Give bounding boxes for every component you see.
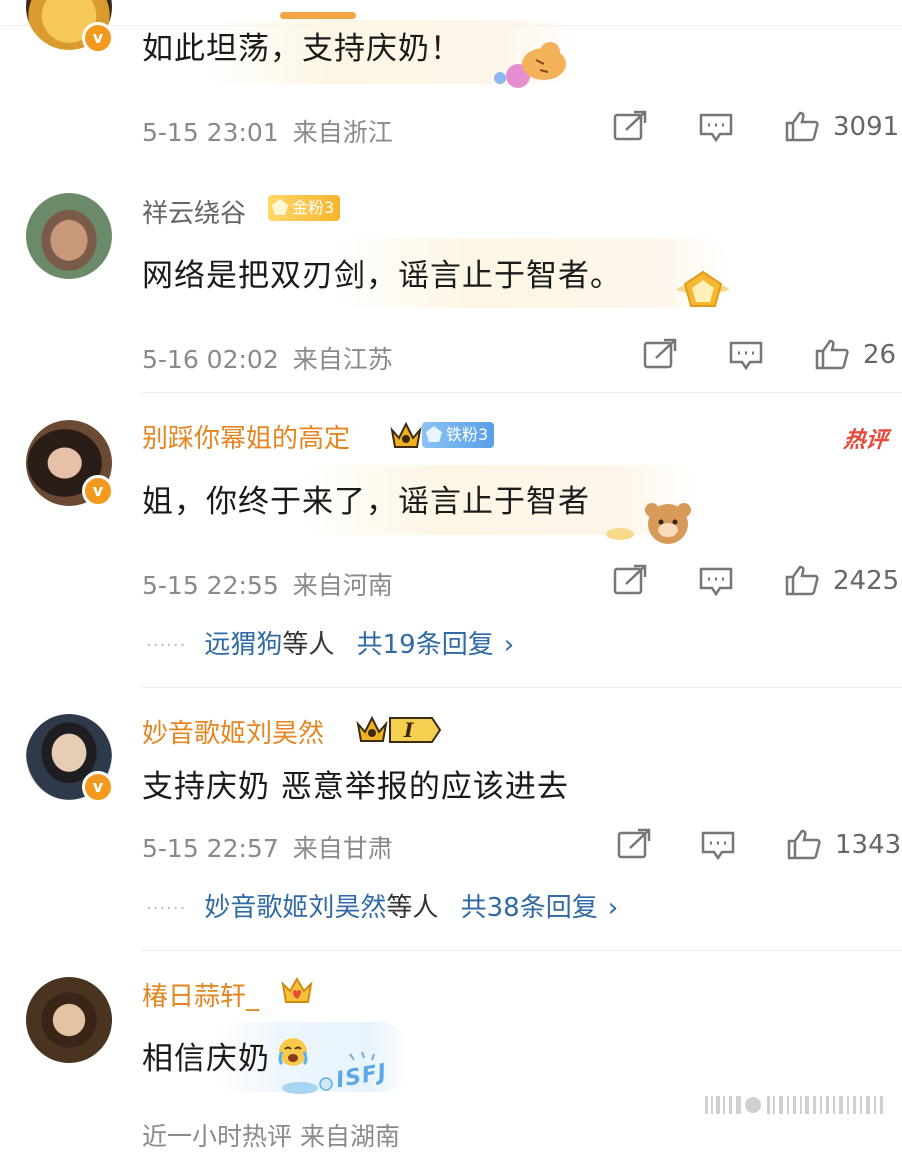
share-icon[interactable]	[616, 828, 652, 860]
reply-suffix: 等人	[386, 893, 439, 923]
share-icon[interactable]	[612, 564, 648, 596]
comment-location: 来自甘肃	[292, 834, 393, 863]
comment-location: 来自浙江	[292, 118, 393, 147]
reply-dots: ······	[146, 635, 187, 656]
comment-icon[interactable]	[728, 340, 764, 372]
hot-comment-tag: 热评	[842, 428, 890, 453]
chevron-right-icon: ›	[503, 630, 515, 660]
reply-summary[interactable]: ······ 妙音歌姬刘昊然等人 共38条回复 ›	[146, 887, 618, 924]
comment-text: 相信庆奶	[142, 1041, 270, 1077]
star-badge-sticker-icon	[676, 270, 730, 307]
comment-meta: 5-15 22:57 来自甘肃	[142, 829, 393, 865]
verified-badge-icon: v	[82, 771, 114, 803]
username[interactable]: 椿日蒜轩_	[142, 976, 259, 1013]
scroll-indicator	[280, 12, 356, 19]
comment-time: 5-16 02:02	[142, 345, 279, 374]
like-icon[interactable]	[784, 110, 820, 142]
fan-level-badge: 铁粉3	[422, 422, 495, 448]
comment-location: 来自河南	[292, 571, 393, 600]
bear-sticker-icon	[606, 503, 691, 544]
comment-divider	[142, 392, 902, 393]
comment-time: 5-15 23:01	[142, 118, 279, 147]
comment-text: 如此坦荡，支持庆奶！	[142, 31, 462, 67]
level-badge-label: I	[404, 718, 414, 742]
comment-meta: 近一小时热评 来自湖南	[142, 1122, 400, 1151]
username[interactable]: 妙音歌姬刘昊然	[142, 713, 324, 750]
comment-text: 支持庆奶 恶意举报的应该进去	[142, 769, 569, 805]
level-badge	[389, 717, 442, 743]
verified-badge-icon: v	[82, 22, 114, 54]
reply-user-link[interactable]: 远猬狗	[204, 630, 282, 660]
comment-icon[interactable]	[698, 112, 734, 144]
fan-badge-icon	[426, 426, 442, 442]
chevron-right-icon: ›	[607, 893, 619, 923]
like-count: 1343	[835, 830, 902, 860]
crown-icon	[356, 715, 388, 742]
comment-text: 姐，你终于来了，谣言止于智者	[142, 484, 590, 520]
comment-meta: 5-16 02:02 来自江苏	[142, 340, 393, 376]
reply-dots: ······	[146, 898, 187, 919]
tiger-sticker-icon	[494, 42, 566, 88]
avatar[interactable]	[26, 977, 112, 1063]
verified-badge-icon: v	[82, 475, 114, 507]
username[interactable]: 别踩你幂姐的高定	[142, 418, 350, 455]
reply-count-link[interactable]: 共38条回复	[461, 893, 598, 923]
share-icon[interactable]	[642, 338, 678, 370]
like-count: 3091	[833, 112, 900, 142]
comment-meta: 5-15 22:55 来自河南	[142, 566, 393, 602]
fan-level-badge: 金粉3	[268, 195, 341, 221]
avatar[interactable]	[26, 193, 112, 279]
comment-icon[interactable]	[698, 566, 734, 598]
comment-divider	[142, 950, 902, 951]
crown-icon	[390, 421, 422, 448]
comment-location: 来自江苏	[292, 345, 393, 374]
share-icon[interactable]	[612, 110, 648, 142]
fan-badge-label: 铁粉3	[446, 425, 489, 444]
like-count: 2425	[833, 566, 900, 596]
comment-meta: 5-15 23:01 来自浙江	[142, 113, 393, 149]
like-count: 26	[863, 340, 897, 370]
comment-time: 5-15 22:57	[142, 834, 279, 863]
crown-heart-icon	[281, 977, 313, 1003]
fan-badge-icon	[272, 199, 288, 215]
reply-summary[interactable]: ······ 远猬狗等人 共19条回复 ›	[146, 624, 514, 661]
watermark-barcode-icon	[705, 1096, 883, 1114]
comment-divider	[142, 687, 902, 688]
comment-time: 5-15 22:55	[142, 571, 279, 600]
like-icon[interactable]	[786, 828, 822, 860]
reply-count-link[interactable]: 共19条回复	[357, 630, 494, 660]
like-icon[interactable]	[784, 564, 820, 596]
comment-text: 网络是把双刃剑，谣言止于智者。	[142, 258, 622, 294]
reply-suffix: 等人	[282, 630, 335, 660]
comment-icon[interactable]	[700, 830, 736, 862]
like-icon[interactable]	[814, 338, 850, 370]
reply-user-link[interactable]: 妙音歌姬刘昊然	[204, 893, 386, 923]
username[interactable]: 祥云绕谷	[142, 193, 246, 230]
fan-badge-label: 金粉3	[292, 198, 335, 217]
